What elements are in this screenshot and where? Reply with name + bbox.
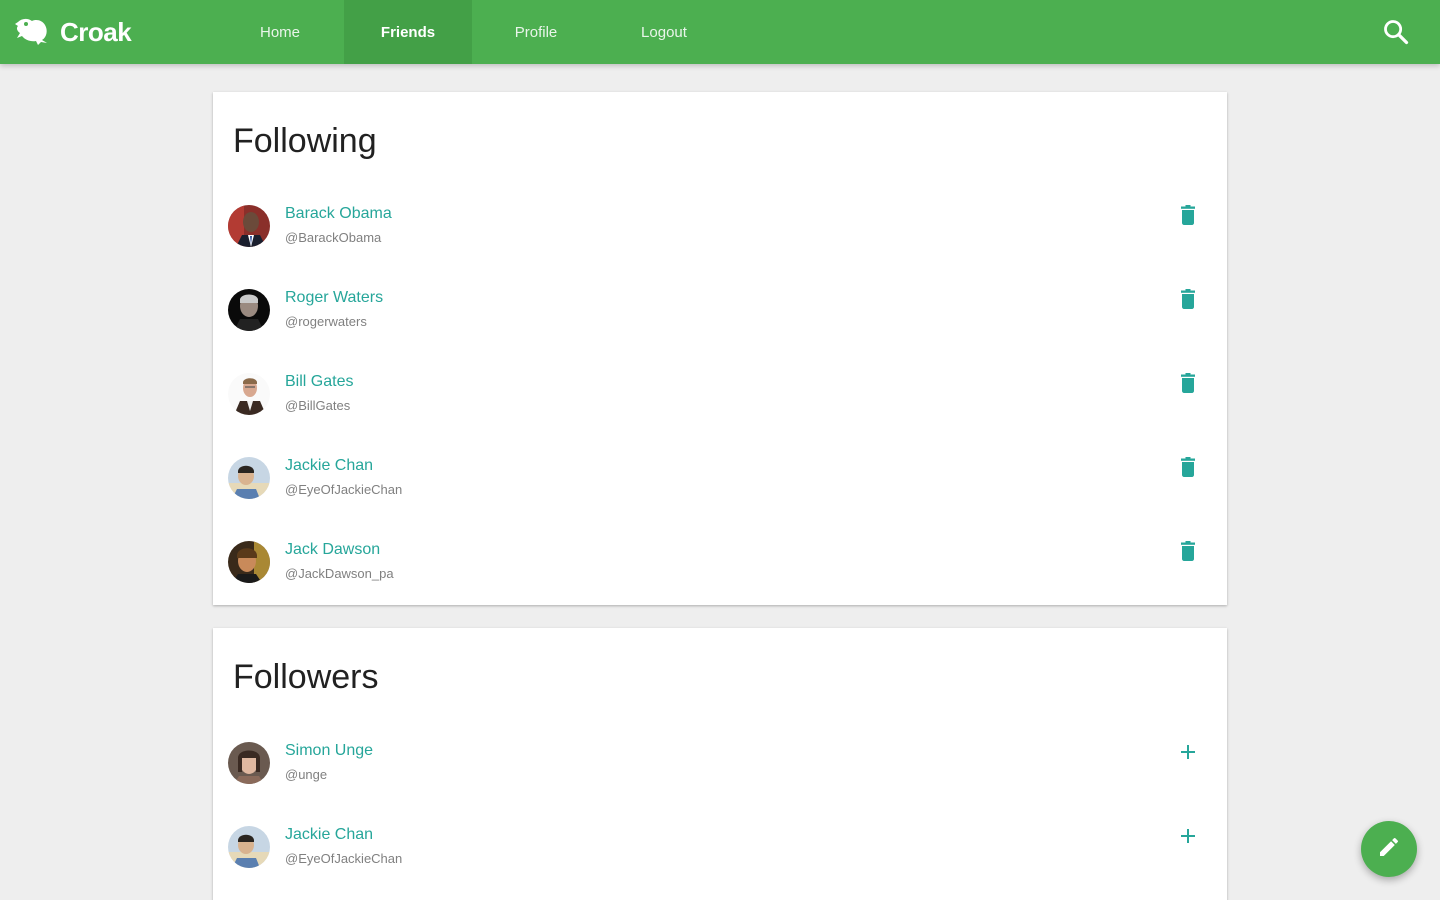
user-name[interactable]: Jack Dawson [285, 541, 380, 559]
compose-button[interactable] [1361, 821, 1417, 877]
following-card: Following Barack Obama @BarackObama Roge… [213, 92, 1227, 605]
nav-tabs: Home Friends Profile Logout [216, 0, 728, 64]
trash-icon[interactable] [1176, 539, 1200, 563]
user-name[interactable]: Barack Obama [285, 205, 392, 223]
avatar[interactable] [228, 541, 270, 583]
user-name[interactable]: Jackie Chan [285, 457, 373, 475]
tab-profile[interactable]: Profile [472, 0, 600, 64]
tab-logout[interactable]: Logout [600, 0, 728, 64]
avatar[interactable] [228, 742, 270, 784]
user-name[interactable]: Bill Gates [285, 373, 353, 391]
avatar[interactable] [228, 457, 270, 499]
follower-row: Jackie Chan @EyeOfJackieChan [228, 826, 1212, 900]
following-row: Jackie Chan @EyeOfJackieChan [228, 457, 1212, 541]
user-handle: @EyeOfJackieChan [285, 851, 403, 866]
following-row: Barack Obama @BarackObama [228, 205, 1212, 289]
following-row: Roger Waters @rogerwaters [228, 289, 1212, 373]
following-title: Following [233, 122, 377, 160]
avatar[interactable] [228, 826, 270, 868]
avatar[interactable] [228, 373, 270, 415]
avatar[interactable] [228, 289, 270, 331]
pencil-icon [1377, 835, 1401, 864]
trash-icon[interactable] [1176, 455, 1200, 479]
plus-icon[interactable] [1176, 824, 1200, 848]
followers-card: Followers Simon Unge @unge Jackie Chan @… [213, 628, 1227, 900]
frog-logo-icon [14, 12, 50, 53]
user-handle: @rogerwaters [285, 314, 367, 329]
user-handle: @BarackObama [285, 230, 382, 245]
user-handle: @EyeOfJackieChan [285, 482, 403, 497]
trash-icon[interactable] [1176, 371, 1200, 395]
trash-icon[interactable] [1176, 287, 1200, 311]
search-icon[interactable] [1382, 18, 1410, 46]
avatar[interactable] [228, 205, 270, 247]
following-row: Jack Dawson @JackDawson_pa [228, 541, 1212, 625]
brand[interactable]: Croak [14, 0, 132, 64]
user-name[interactable]: Simon Unge [285, 742, 373, 760]
plus-icon[interactable] [1176, 740, 1200, 764]
tab-friends[interactable]: Friends [344, 0, 472, 64]
trash-icon[interactable] [1176, 203, 1200, 227]
user-handle: @unge [285, 767, 328, 782]
brand-name: Croak [60, 16, 132, 47]
follower-row: Simon Unge @unge [228, 742, 1212, 826]
top-navbar: Croak Home Friends Profile Logout [0, 0, 1440, 64]
user-name[interactable]: Jackie Chan [285, 826, 373, 844]
tab-home[interactable]: Home [216, 0, 344, 64]
user-handle: @JackDawson_pa [285, 566, 394, 581]
followers-title: Followers [233, 658, 379, 696]
following-row: Bill Gates @BillGates [228, 373, 1212, 457]
user-name[interactable]: Roger Waters [285, 289, 383, 307]
user-handle: @BillGates [285, 398, 351, 413]
